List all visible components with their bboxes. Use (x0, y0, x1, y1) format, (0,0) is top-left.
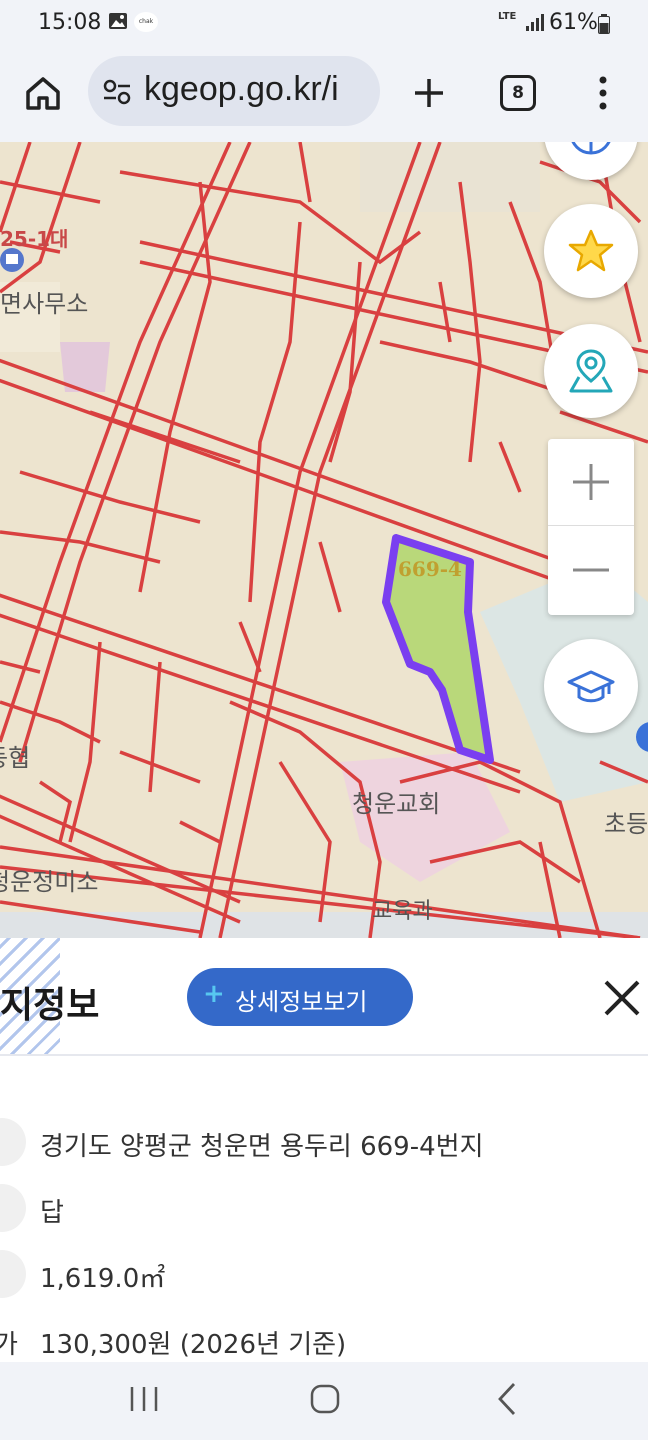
zoom-controls (548, 439, 634, 615)
land-info-panel: 지정보 + 상세정보보기 경기도 양평군 청운면 용두리 669-4번지 답 1… (0, 938, 648, 1362)
map-label-bottom-left: 청운정미소 (0, 868, 98, 896)
map-label-church: 청운교회 (352, 790, 440, 818)
info-row-price: 가 130,300원 (2026년 기준) (0, 1312, 648, 1362)
battery-icon (598, 14, 610, 34)
browser-toolbar: kgeop.go.kr/i 8 (0, 48, 648, 142)
map-label-school: 초등 (604, 810, 648, 838)
map-label-office: 면사무소 (0, 290, 88, 318)
panel-title: 지정보 (0, 985, 100, 1026)
compass-icon (571, 142, 611, 155)
graduation-cap-icon (567, 670, 615, 703)
back-icon[interactable] (494, 1380, 520, 1418)
cadastral-map[interactable]: 25-1대 면사무소 669-4 동협 청운교회 교육과 청운정미소 초등 (0, 142, 648, 938)
recent-apps-icon[interactable] (128, 1384, 160, 1414)
home-icon[interactable] (20, 70, 66, 116)
row-bullet (0, 1184, 26, 1232)
lte-indicator: LTE (498, 11, 517, 22)
map-label-education: 교육과 (372, 899, 433, 924)
zoom-out-icon[interactable] (548, 527, 634, 613)
land-category-value: 답 (40, 1198, 64, 1228)
map-pin-icon (569, 349, 613, 393)
battery-percent: 61% (549, 10, 598, 35)
info-row-area: 1,619.0㎡ (0, 1246, 648, 1302)
map-label-parcel: 669-4 (398, 557, 462, 581)
location-button[interactable] (544, 324, 638, 418)
favorite-button[interactable] (544, 204, 638, 298)
site-settings-icon[interactable] (102, 78, 132, 106)
price-label-cut: 가 (0, 1330, 18, 1360)
status-time: 15:08 (38, 10, 102, 35)
map-marker-icon (0, 248, 24, 272)
education-button[interactable] (544, 639, 638, 733)
panel-header: 지정보 + 상세정보보기 (0, 938, 648, 1056)
address-value: 경기도 양평군 청운면 용두리 669-4번지 (40, 1132, 484, 1162)
close-icon[interactable] (600, 976, 644, 1020)
signal-icon (526, 14, 544, 31)
view-details-label: 상세정보보기 (235, 988, 368, 1016)
system-nav-bar (0, 1362, 648, 1440)
status-bar: 15:08 chak LTE 61% (0, 0, 648, 48)
info-row-address: 경기도 양평군 청운면 용두리 669-4번지 (0, 1114, 648, 1170)
new-tab-icon[interactable] (406, 70, 452, 116)
row-bullet (0, 1118, 26, 1166)
view-details-button[interactable]: + 상세정보보기 (187, 968, 413, 1026)
tab-switcher-button[interactable]: 8 (500, 75, 536, 111)
more-menu-icon[interactable] (590, 70, 616, 116)
address-bar[interactable]: kgeop.go.kr/i (88, 56, 380, 126)
url-text: kgeop.go.kr/i (144, 70, 339, 108)
gallery-icon (109, 13, 127, 29)
chak-app-icon: chak (134, 12, 158, 32)
zoom-in-icon[interactable] (548, 439, 634, 526)
star-icon (568, 229, 614, 272)
area-value: 1,619.0㎡ (40, 1264, 166, 1294)
price-value: 130,300원 (2026년 기준) (40, 1330, 347, 1360)
map-label-lot: 25-1대 (0, 227, 68, 251)
map-label-left: 동협 (0, 744, 30, 772)
plus-icon: + (203, 979, 225, 1009)
home-nav-icon[interactable] (308, 1382, 342, 1416)
row-bullet (0, 1250, 26, 1298)
info-row-land-category: 답 (0, 1180, 648, 1236)
